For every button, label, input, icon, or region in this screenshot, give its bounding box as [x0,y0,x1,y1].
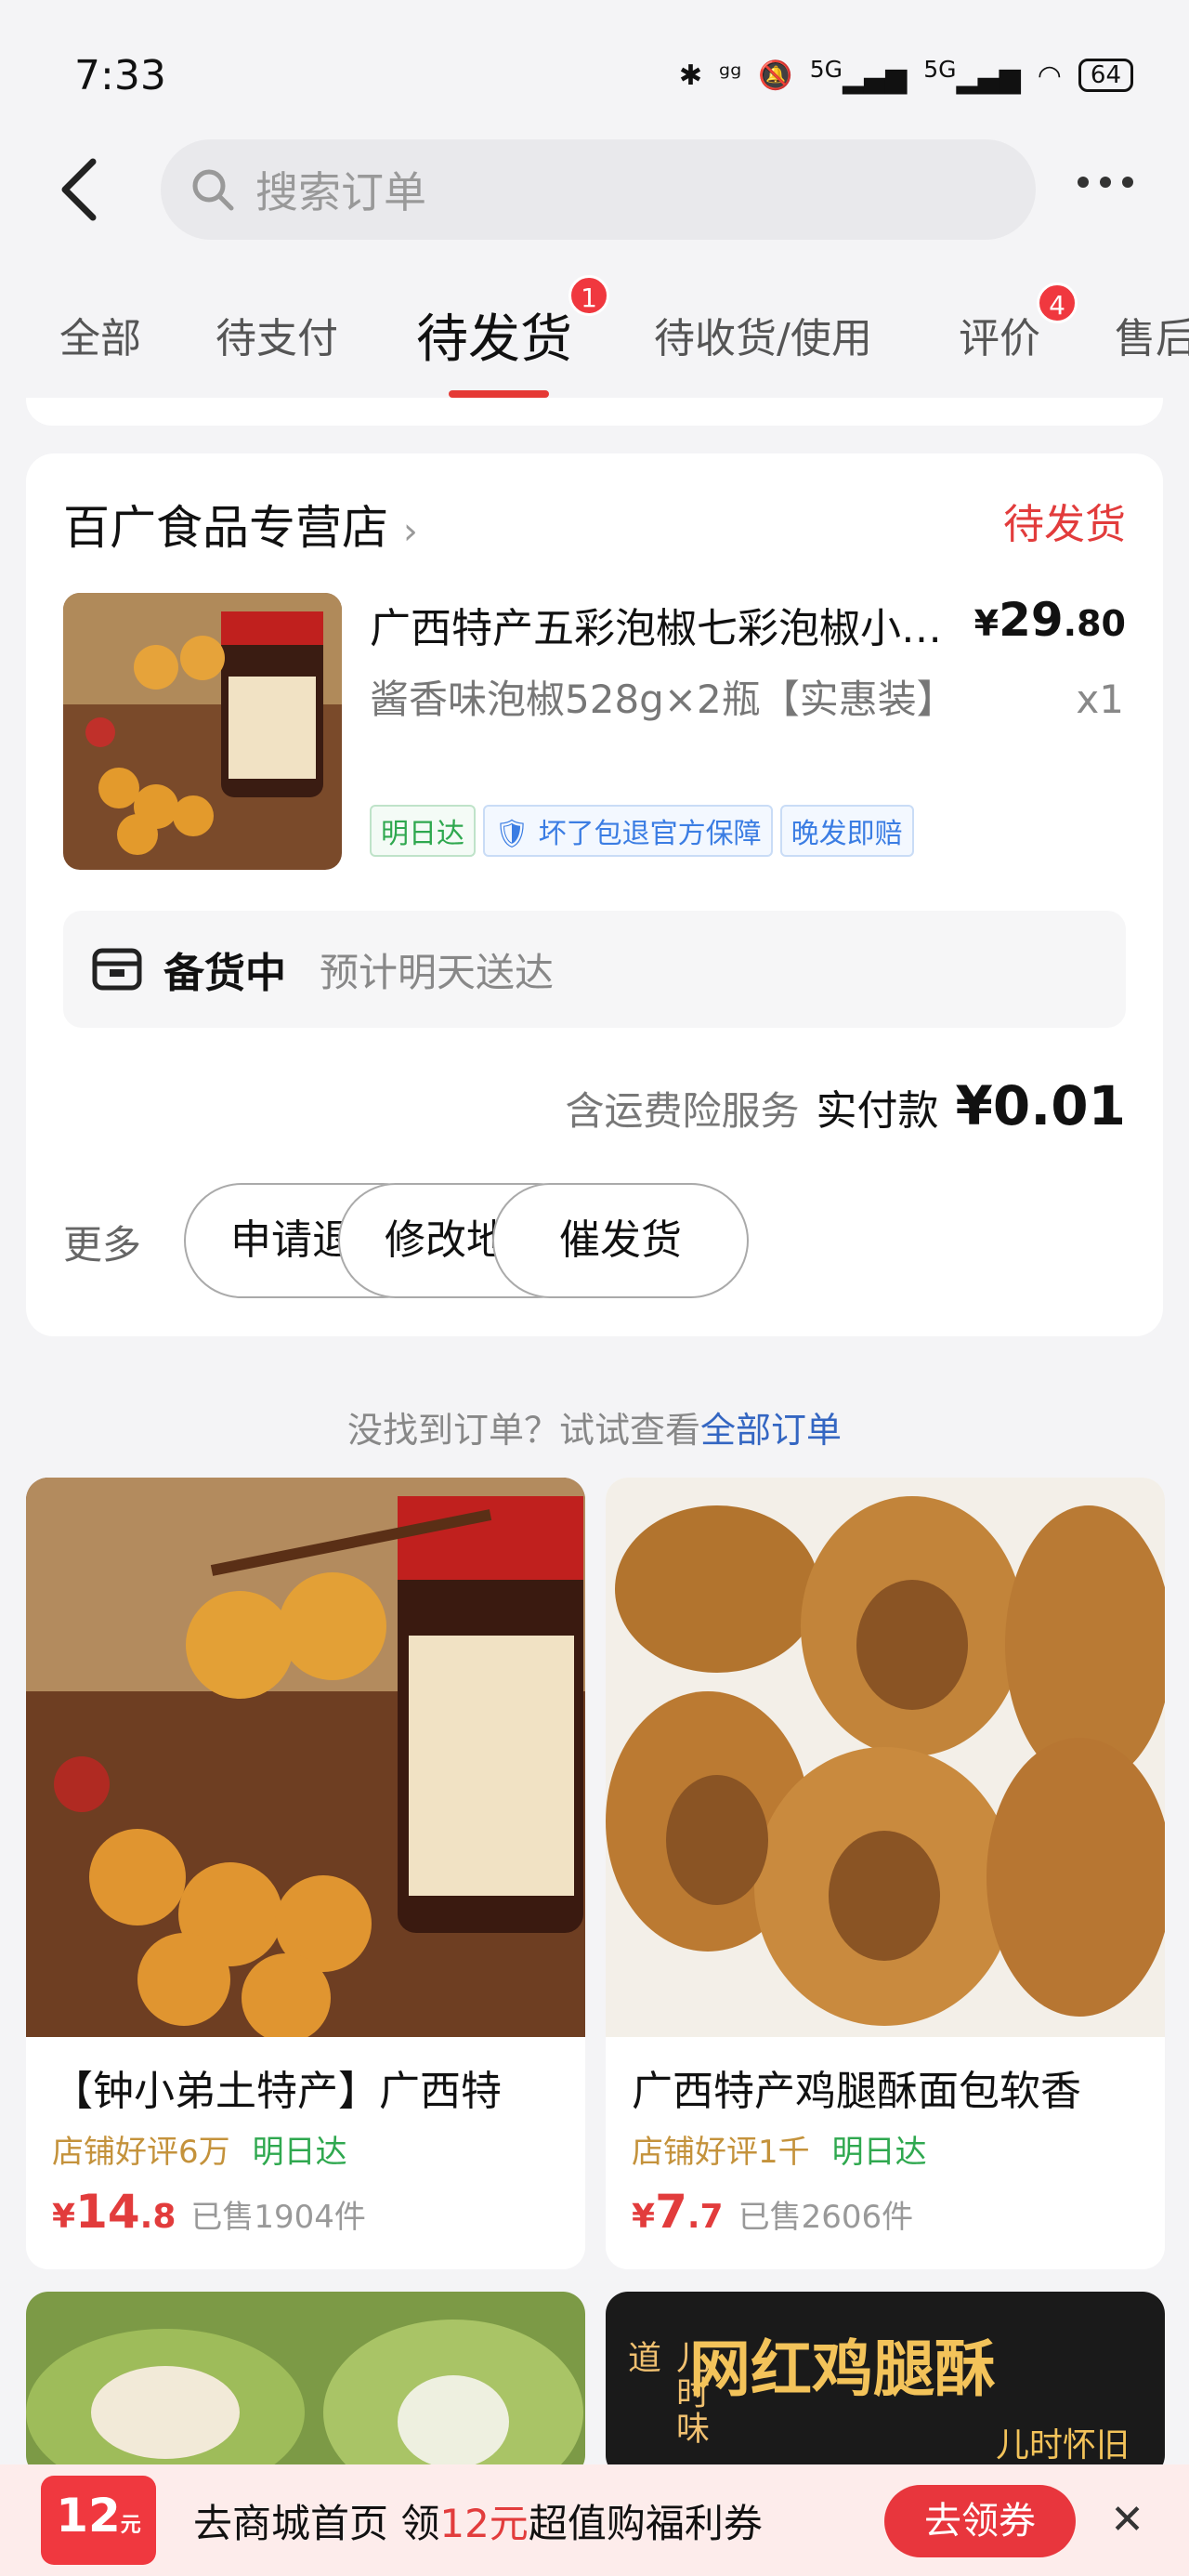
recommend-card[interactable]: 广西特产鸡腿酥面包软香 店铺好评1千 明日达 ¥7.7 已售2606件 [606,1478,1165,2269]
tab-all[interactable]: 全部 [59,305,141,364]
paid-amount: ¥0.01 [955,1074,1126,1137]
partial-image-headline: 网红鸡腿酥 [689,2333,996,2405]
search-placeholder: 搜索订单 [255,167,426,217]
hint-text: 没找到订单？试试查看 [346,1410,700,1451]
chevron-right-icon: › [402,510,418,553]
paid-label: 实付款 [816,1087,939,1135]
bluetooth-icon: ✱ [678,59,703,92]
recommend-title: 【钟小弟土特产】广西特 [52,2068,502,2115]
search-icon [192,169,234,211]
urge-shipment-button[interactable]: 催发货 [492,1183,749,1298]
search-input[interactable]: 搜索订单 [161,139,1036,240]
coupon-text: 去商城首页 领12元超值购福利券 [193,2500,763,2546]
product-qty: x1 [1076,677,1124,722]
recommend-image [26,1478,585,2043]
wifi-icon: ◠ [1037,59,1062,92]
coupon-banner[interactable]: 12 元 去商城首页 领12元超值购福利券 去领券 ✕ [0,2464,1189,2576]
recommend-image [606,1478,1165,2037]
back-arrow-icon [61,158,97,221]
previous-card-edge [26,398,1163,426]
recommend-card[interactable]: 【钟小弟土特产】广西特 店铺好评6万 明日达 ¥14.8 已售1904件 [26,1478,585,2269]
tag-guarantee: 🛡 坏了包退官方保障 [483,805,773,857]
header: 搜索订单 [0,139,1189,242]
progress-label: 备货中 [163,950,286,997]
tag-late-compensation: 晚发即赔 [779,805,914,857]
order-tabs: 全部 待支付 待发货 1 待收货/使用 评价 4 售后 [0,269,1189,400]
next-day-tag: 明日达 [831,2134,927,2171]
status-bar: 7:33 ✱ ᵍᵍ 🔕 5G▂▄▆ 5G▂▄▆ ◠ 64 [0,0,1189,139]
tab-review-label: 评价 [959,315,1040,362]
partial-image-subtext: 儿时怀旧 [996,2426,1130,2464]
close-icon[interactable]: ✕ [1110,2496,1144,2543]
tab-after-sales[interactable]: 售后 [1115,305,1189,364]
payment-summary: 含运费险服务 实付款 ¥0.01 [566,1074,1126,1137]
recommend-image [26,2292,585,2477]
tab-pending-shipment-label: 待发货 [416,309,572,370]
mute-icon: 🔕 [758,59,793,92]
order-card[interactable]: 百广食品专营店 › 待发货 广西特产五彩泡椒七彩泡椒小米辣 酱香味泡椒528g×… [26,453,1163,1336]
tab-badge: 1 [568,275,609,316]
recommend-meta: 店铺好评6万 明日达 [26,2117,585,2172]
claim-coupon-button[interactable]: 去领券 [884,2485,1076,2557]
all-orders-link[interactable]: 全部订单 [700,1410,842,1451]
tab-pending-shipment[interactable]: 待发货 1 [416,275,609,373]
shipping-progress[interactable]: 备货中 预计明天送达 [63,911,1126,1028]
product-name: 广西特产五彩泡椒七彩泡椒小米辣 [370,605,964,652]
more-options-icon[interactable] [1078,177,1133,188]
recommend-card-partial[interactable]: 儿时味道 网红鸡腿酥 儿时怀旧 [606,2292,1165,2477]
sold-count: 已售2606件 [738,2199,914,2236]
shipping-insurance-text: 含运费险服务 [565,1088,800,1134]
tab-badge: 4 [1037,283,1078,323]
nfc-icon: ᵍᵍ [719,59,742,92]
shop-reviews: 店铺好评6万 [52,2134,230,2171]
product-tags: 明日达 🛡 坏了包退官方保障 晚发即赔 [370,805,914,857]
recommend-price-row: ¥7.7 已售2606件 [606,2172,1165,2239]
recommend-meta: 店铺好评1千 明日达 [606,2117,1165,2172]
product-thumbnail[interactable] [63,593,342,870]
signal-icon-2: 5G▂▄▆ [923,56,1021,95]
recommend-price-row: ¥14.8 已售1904件 [26,2172,585,2239]
status-time: 7:33 [74,52,166,99]
package-box-icon [92,948,142,991]
active-tab-indicator [449,390,549,398]
recommend-price: ¥7.7 [632,2185,724,2239]
shop-name-link[interactable]: 百广食品专营店 › [63,491,418,558]
progress-note: 预计明天送达 [320,949,555,995]
product-price: ¥29.80 [973,593,1126,647]
shop-name: 百广食品专营店 [63,501,388,555]
next-day-tag: 明日达 [252,2134,347,2171]
tab-review[interactable]: 评价 4 [959,283,1078,364]
signal-icon: 5G▂▄▆ [809,56,908,95]
battery-icon: 64 [1078,59,1133,92]
back-button[interactable] [54,156,110,223]
status-icons: ✱ ᵍᵍ 🔕 5G▂▄▆ 5G▂▄▆ ◠ 64 [679,56,1133,95]
order-status: 待发货 [1003,501,1126,548]
more-actions-link[interactable]: 更多 [63,1214,141,1270]
tag-next-day: 明日达 [370,805,476,857]
recommend-price: ¥14.8 [52,2185,176,2239]
shield-check-icon: 🛡 [494,818,530,850]
product-spec: 酱香味泡椒528g×2瓶【实惠装】 [370,677,956,722]
order-hint: 没找到订单？试试查看全部订单 [0,1401,1189,1452]
recommend-title: 广西特产鸡腿酥面包软香 [632,2068,1081,2115]
tab-pending-payment[interactable]: 待支付 [216,305,338,364]
tab-pending-receipt[interactable]: 待收货/使用 [654,305,872,364]
recommend-card-partial[interactable] [26,2292,585,2477]
coupon-badge: 12 元 [41,2476,156,2565]
sold-count: 已售1904件 [190,2199,366,2236]
shop-reviews: 店铺好评1千 [632,2134,810,2171]
